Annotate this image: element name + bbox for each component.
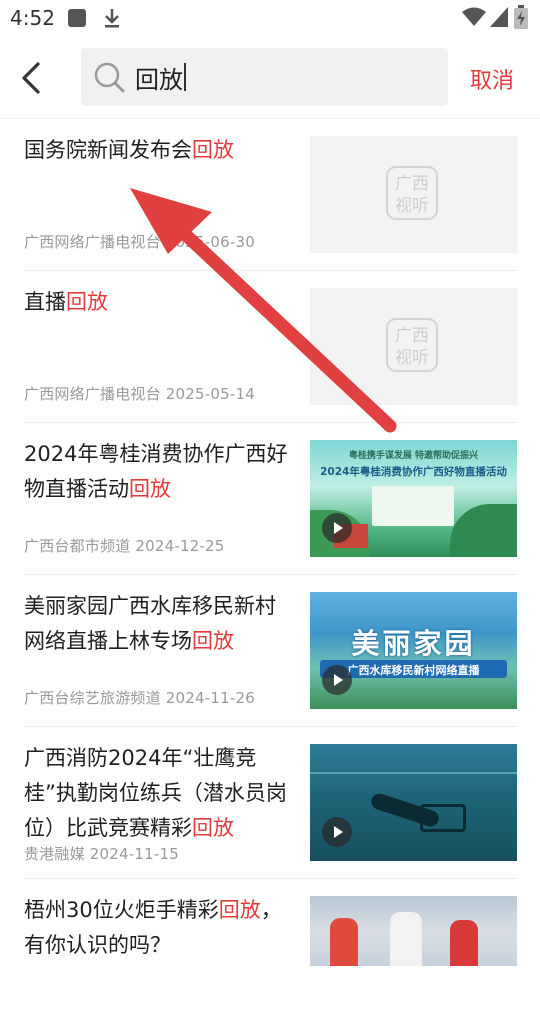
- cancel-button[interactable]: 取消: [470, 63, 514, 95]
- battery-icon: [514, 5, 528, 29]
- app-notification-icon: [68, 9, 86, 27]
- search-icon: [94, 62, 125, 93]
- news-source-date: 广西网络广播电视台 2025-06-30: [24, 233, 255, 251]
- status-time: 4:52: [10, 6, 55, 30]
- news-title: 直播回放: [24, 290, 108, 314]
- keyword-highlight: 回放: [66, 290, 108, 314]
- news-title: 梧州30位火炬手精彩回放，有你认识的吗？: [24, 898, 282, 957]
- status-bar: 4:52: [0, 0, 540, 38]
- list-item[interactable]: 梧州30位火炬手精彩回放，有你认识的吗？: [24, 879, 517, 1030]
- news-title: 国务院新闻发布会回放: [24, 138, 234, 162]
- thumbnail-person: [450, 920, 478, 966]
- news-source-date: 广西网络广播电视台 2025-05-14: [24, 385, 255, 403]
- signal-icon: [490, 7, 508, 27]
- download-icon: [105, 9, 119, 28]
- play-icon: [322, 665, 352, 695]
- play-icon: [322, 513, 352, 543]
- search-header: 取消: [0, 40, 540, 119]
- list-item[interactable]: 广西消防2024年“壮鹰竞桂”执勤岗位练兵（潜水员岗位）比武竞赛精彩回放 贵港融…: [24, 727, 517, 879]
- list-item[interactable]: 2024年粤桂消费协作广西好物直播活动回放 广西台都市频道 2024-12-25…: [24, 423, 517, 575]
- thumbnail-caption: 2024年粤桂消费协作广西好物直播活动: [320, 466, 507, 478]
- keyword-highlight: 回放: [192, 138, 234, 162]
- wifi-icon: [462, 7, 486, 26]
- thumbnail-panel: [372, 486, 454, 526]
- thumbnail-lane-line: [310, 772, 517, 774]
- thumbnail-frame: [420, 804, 466, 832]
- thumbnail-big-text: 美丽家园: [351, 627, 476, 660]
- keyword-highlight: 回放: [129, 477, 171, 501]
- news-title: 2024年粤桂消费协作广西好物直播活动回放: [24, 442, 288, 501]
- list-item[interactable]: 直播回放 广西网络广播电视台 2025-05-14 广西视听: [24, 271, 517, 423]
- list-item[interactable]: 美丽家园广西水库移民新村网络直播上林专场回放 广西台综艺旅游频道 2024-11…: [24, 575, 517, 727]
- placeholder-logo: 广西视听: [386, 318, 438, 372]
- news-title: 美丽家园广西水库移民新村网络直播上林专场回放: [24, 594, 276, 653]
- news-source-date: 广西台综艺旅游频道 2024-11-26: [24, 689, 255, 707]
- play-icon: [322, 817, 352, 847]
- keyword-highlight: 回放: [218, 898, 261, 922]
- text-cursor: [184, 63, 186, 91]
- thumbnail-hill: [450, 504, 517, 557]
- thumbnail-person: [330, 918, 358, 966]
- news-title: 广西消防2024年“壮鹰竞桂”执勤岗位练兵（潜水员岗位）比武竞赛精彩回放: [24, 746, 287, 840]
- news-thumbnail: 美丽家园 广西水库移民新村网络直播: [310, 592, 517, 709]
- thumbnail-top-text: 粤桂携手谋发展 特邀帮助促振兴: [348, 451, 479, 461]
- news-thumbnail: 广西视听: [310, 288, 517, 405]
- search-input[interactable]: [135, 58, 435, 96]
- news-thumbnail: 广西视听: [310, 136, 517, 253]
- keyword-highlight: 回放: [192, 816, 234, 840]
- search-box[interactable]: [81, 48, 448, 106]
- thumbnail-person: [390, 912, 422, 966]
- news-source-date: 贵港融媒 2024-11-15: [24, 845, 179, 863]
- news-thumbnail: [310, 744, 517, 861]
- placeholder-logo: 广西视听: [386, 166, 438, 220]
- keyword-highlight: 回放: [192, 629, 234, 653]
- news-thumbnail: 粤桂携手谋发展 特邀帮助促振兴 2024年粤桂消费协作广西好物直播活动: [310, 440, 517, 557]
- back-button[interactable]: [14, 58, 48, 98]
- news-source-date: 广西台都市频道 2024-12-25: [24, 537, 225, 555]
- news-thumbnail: [310, 896, 517, 966]
- list-item[interactable]: 国务院新闻发布会回放 广西网络广播电视台 2025-06-30 广西视听: [24, 119, 517, 271]
